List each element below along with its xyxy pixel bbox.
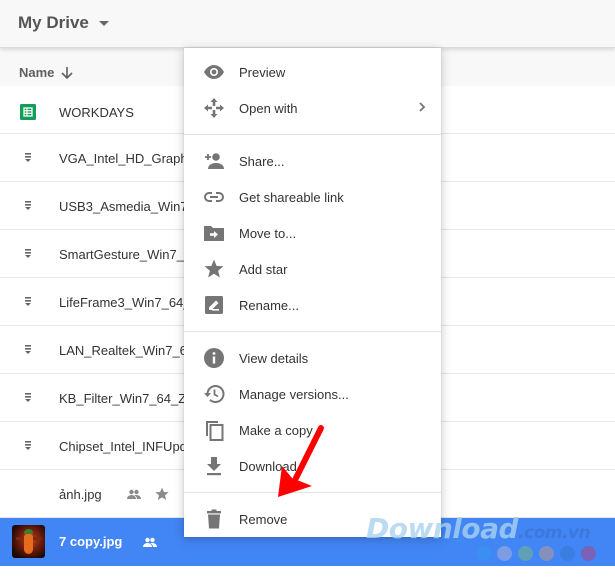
watermark-dot (518, 546, 533, 561)
watermark-text: Download (366, 512, 519, 545)
file-name: Chipset_Intel_INFUpda (59, 439, 195, 454)
menu-label: Preview (239, 65, 286, 80)
menu-item-share[interactable]: Share... (184, 143, 441, 179)
archive-icon (25, 297, 31, 306)
sheets-icon (20, 104, 36, 120)
download-icon (207, 457, 221, 476)
file-name: SmartGesture_Win7_6 (59, 247, 192, 262)
menu-label: Remove (239, 512, 288, 527)
menu-divider (184, 492, 441, 493)
menu-label: Share... (239, 154, 285, 169)
watermark-dot (581, 546, 596, 561)
archive-icon (25, 441, 31, 450)
file-name: LAN_Realtek_Win7_64 (59, 343, 195, 358)
menu-item-open-with[interactable]: Open with (184, 90, 441, 126)
trash-icon (207, 509, 221, 529)
top-bar: My Drive (0, 0, 615, 48)
caret-down-icon (98, 20, 109, 26)
menu-label: Download (239, 459, 297, 474)
menu-label: View details (239, 351, 309, 366)
menu-item-view-details[interactable]: View details (184, 340, 441, 376)
file-name: VGA_Intel_HD_Graphic (59, 151, 198, 166)
image-thumbnail (12, 525, 45, 558)
archive-icon (25, 201, 31, 210)
menu-item-move-to[interactable]: Move to... (184, 215, 441, 251)
menu-item-add-star[interactable]: Add star (184, 251, 441, 287)
copy-icon (206, 421, 224, 441)
watermark-dot (560, 546, 575, 561)
selected-file-name: 7 copy.jpg (59, 534, 123, 549)
file-name: WORKDAYS (59, 105, 134, 120)
name-column-label: Name (19, 65, 55, 80)
star-icon (204, 259, 224, 278)
move-folder-icon (204, 226, 224, 241)
watermark-logo: Download.com.vn (366, 512, 591, 545)
menu-item-get-shareable-link[interactable]: Get shareable link (184, 179, 441, 215)
file-name: USB3_Asmedia_Win7_ (59, 199, 195, 214)
history-icon (204, 385, 225, 403)
context-menu: Preview Open with Share... Get shareable… (184, 48, 441, 537)
menu-label: Make a copy (239, 423, 313, 438)
menu-label: Rename... (239, 298, 299, 313)
file-name: LifeFrame3_Win7_64_ (59, 295, 191, 310)
menu-label: Add star (239, 262, 288, 277)
shared-icon (143, 537, 157, 547)
rename-icon (205, 296, 223, 314)
menu-label: Manage versions... (239, 387, 349, 402)
archive-icon (25, 249, 31, 258)
menu-item-rename[interactable]: Rename... (184, 287, 441, 323)
watermark-dot (497, 546, 512, 561)
menu-label: Move to... (239, 226, 297, 241)
drive-title: My Drive (18, 13, 89, 32)
archive-icon (25, 393, 31, 402)
link-icon (203, 192, 225, 202)
info-icon (204, 348, 224, 368)
arrow-down-icon (61, 66, 73, 79)
star-icon (155, 487, 169, 500)
add-person-icon (205, 153, 224, 169)
menu-divider (184, 134, 441, 135)
file-name: ảnh.jpg (59, 487, 102, 502)
archive-icon (25, 153, 31, 162)
watermark-dot (476, 546, 491, 561)
watermark-dots (476, 546, 596, 561)
archive-icon (25, 345, 31, 354)
menu-divider (184, 331, 441, 332)
file-name: KB_Filter_Win7_64_Z1 (59, 391, 194, 406)
my-drive-dropdown[interactable]: My Drive (18, 13, 109, 33)
watermark-dot (539, 546, 554, 561)
open-with-icon (204, 98, 224, 118)
chevron-right-icon (419, 102, 426, 112)
menu-label: Get shareable link (239, 190, 344, 205)
menu-item-make-a-copy[interactable]: Make a copy (184, 412, 441, 448)
shared-icon (127, 489, 141, 499)
menu-label: Open with (239, 101, 298, 116)
menu-item-manage-versions[interactable]: Manage versions... (184, 376, 441, 412)
sort-by-name[interactable]: Name (19, 65, 74, 80)
menu-item-preview[interactable]: Preview (184, 54, 441, 90)
menu-item-download[interactable]: Download (184, 448, 441, 484)
eye-icon (204, 65, 224, 79)
watermark-suffix: .com.vn (518, 523, 591, 543)
